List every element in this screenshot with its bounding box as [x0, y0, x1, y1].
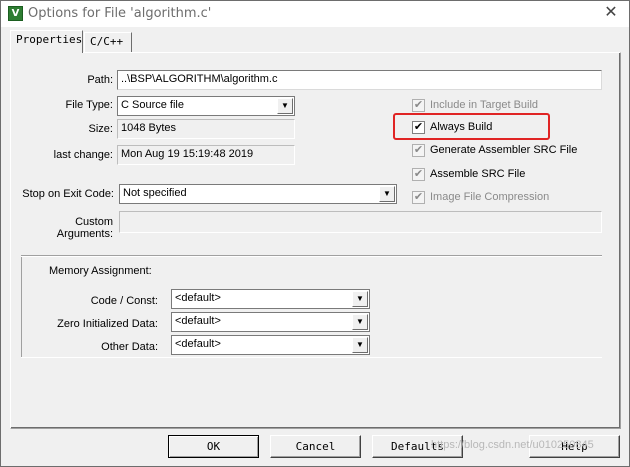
size-field: 1048 Bytes: [117, 119, 295, 139]
custom-arguments-field: [119, 211, 602, 233]
checkbox-check-icon: ✔: [412, 99, 425, 112]
watermark-text: https://blog.csdn.net/u010250845: [431, 439, 594, 451]
image-file-compression-label: Image File Compression: [430, 191, 550, 203]
custom-arguments-label: Custom Arguments:: [56, 216, 113, 240]
generate-assembler-src-label: Generate Assembler SRC File: [430, 144, 578, 156]
last-change-label: last change:: [53, 149, 113, 161]
chevron-down-icon[interactable]: ▼: [277, 98, 293, 114]
chevron-down-icon[interactable]: ▼: [379, 186, 395, 202]
title-bar: V Options for File 'algorithm.c' ✕: [1, 1, 629, 27]
zero-initialized-select[interactable]: <default> ▼: [171, 312, 370, 332]
size-label: Size:: [88, 123, 113, 135]
cancel-button[interactable]: Cancel: [270, 435, 361, 458]
memory-assignment-title: Memory Assignment:: [49, 265, 152, 277]
file-type-label: File Type:: [65, 99, 114, 111]
other-data-label: Other Data:: [101, 341, 158, 353]
other-data-value: <default>: [175, 338, 221, 350]
code-const-label: Code / Const:: [90, 295, 158, 307]
stop-on-exit-value: Not specified: [123, 187, 187, 199]
file-type-select[interactable]: C Source file ▼: [117, 96, 295, 116]
other-data-select[interactable]: <default> ▼: [171, 335, 370, 355]
ok-button[interactable]: OK: [168, 435, 259, 458]
chevron-down-icon[interactable]: ▼: [352, 314, 368, 330]
group-divider: [21, 255, 602, 257]
tab-c-cpp[interactable]: C/C++: [84, 32, 132, 52]
path-field[interactable]: ..\BSP\ALGORITHM\algorithm.c: [117, 70, 602, 90]
path-label: Path:: [87, 74, 113, 86]
dialog-title: Options for File 'algorithm.c': [28, 6, 212, 21]
group-border-bottom: [21, 357, 602, 358]
code-const-select[interactable]: <default> ▼: [171, 289, 370, 309]
keil-app-icon: V: [8, 6, 23, 21]
chevron-down-icon[interactable]: ▼: [352, 291, 368, 307]
checkbox-check-icon: ✔: [412, 144, 425, 157]
code-const-value: <default>: [175, 292, 221, 304]
chevron-down-icon[interactable]: ▼: [352, 337, 368, 353]
annotation-highlight-box: [393, 113, 550, 140]
assemble-src-label: Assemble SRC File: [430, 168, 526, 180]
stop-on-exit-label: Stop on Exit Code:: [22, 188, 114, 200]
group-border-left: [21, 257, 22, 357]
zero-initialized-value: <default>: [175, 315, 221, 327]
options-dialog: V Options for File 'algorithm.c' ✕ Prope…: [0, 0, 630, 467]
tab-properties[interactable]: Properties: [10, 30, 83, 53]
checkbox-check-icon: ✔: [412, 168, 425, 181]
stop-on-exit-select[interactable]: Not specified ▼: [119, 184, 397, 204]
checkbox-check-icon: ✔: [412, 191, 425, 204]
file-type-value: C Source file: [121, 99, 184, 111]
last-change-field: Mon Aug 19 15:19:48 2019: [117, 145, 295, 165]
zero-initialized-label: Zero Initialized Data:: [57, 318, 158, 330]
include-in-target-build-label: Include in Target Build: [430, 99, 539, 111]
close-icon[interactable]: ✕: [601, 4, 621, 22]
